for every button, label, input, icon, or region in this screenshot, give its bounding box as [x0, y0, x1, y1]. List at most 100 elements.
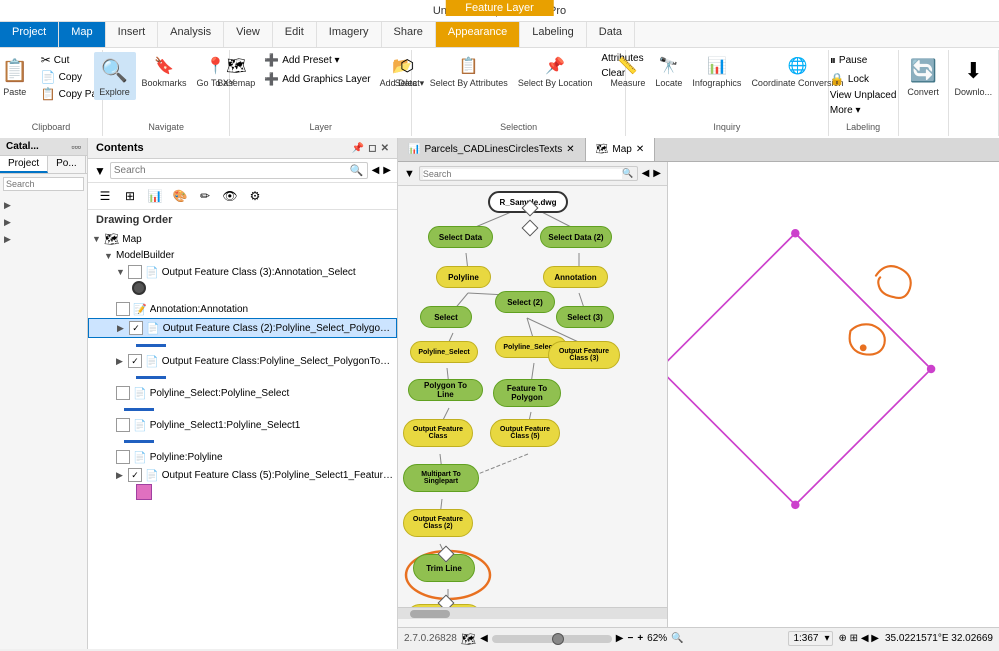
node-output-fc5[interactable]: Output Feature Class (5) [490, 419, 560, 447]
add-preset-button[interactable]: ➕ Add Preset ▾ [261, 52, 373, 68]
pencil-icon[interactable]: ✏ [194, 186, 216, 206]
map-tab-close[interactable]: ✕ [636, 144, 644, 155]
add-graphics-layer-button[interactable]: ➕ Add Graphics Layer [261, 71, 373, 87]
pause-button[interactable]: ⏸ Pause [827, 52, 900, 69]
tree-item-map[interactable]: ▼ 🗺 Map [88, 230, 397, 248]
h-scrollbar[interactable] [398, 607, 667, 619]
collapse-btn-3[interactable]: ▶ [2, 232, 85, 247]
diagram-tab-close[interactable]: ✕ [566, 144, 574, 155]
close-contents-icon[interactable]: ✕ [381, 143, 389, 154]
node-multipart[interactable]: Multipart To Singlepart [403, 464, 479, 492]
catalog-tab-portal[interactable]: Po... [48, 156, 86, 173]
filter-icon[interactable]: ▼ [94, 164, 106, 178]
bookmarks-button[interactable]: 🔖 Bookmarks [138, 52, 191, 90]
node-annotation[interactable]: Annotation [543, 266, 608, 288]
tab-data[interactable]: Data [587, 22, 635, 47]
convert-button[interactable]: 🔄 Convert [902, 52, 944, 100]
node-select2[interactable]: Select (2) [495, 291, 555, 313]
paint-icon[interactable]: 🎨 [169, 186, 191, 206]
list-item[interactable]: 📝 Annotation:Annotation [88, 300, 397, 318]
contents-search-input[interactable] [114, 165, 350, 176]
zoom-minus-btn[interactable]: − [627, 633, 633, 644]
nav-fwd-icon[interactable]: ▶ [383, 165, 391, 176]
lock-button[interactable]: 🔒 Lock [827, 71, 900, 87]
list-item[interactable]: ▶ ✓ 📄 Output Feature Class (5):Polyline_… [88, 466, 397, 484]
list-item[interactable]: 📄 Polyline:Polyline [88, 448, 397, 466]
measure-button[interactable]: 📏 Measure [606, 52, 649, 90]
checkbox-polyline-select[interactable] [116, 386, 130, 400]
tree-item-modelbuilder[interactable]: ▼ ModelBuilder [88, 248, 397, 263]
catalog-search-input[interactable] [3, 177, 84, 191]
node-polyline[interactable]: Polyline [436, 266, 491, 288]
chart-view-icon[interactable]: 📊 [144, 186, 166, 206]
list-view-icon[interactable]: ☰ [94, 186, 116, 206]
checkbox-annotation[interactable] [116, 302, 130, 316]
checkbox-polyline-lin1[interactable]: ✓ [129, 321, 143, 335]
scale-selector[interactable]: 1:367 ▾ [788, 631, 832, 646]
tab-appearance[interactable]: Appearance [436, 22, 520, 47]
list-item[interactable]: ▼ 📄 Output Feature Class (3):Annotation_… [88, 263, 397, 281]
nav-back-icon[interactable]: ◀ [372, 165, 380, 176]
node-polyline-select[interactable]: Polyline_Select [410, 341, 478, 363]
zoom-thumb[interactable] [552, 633, 564, 645]
filter-diagram-icon[interactable]: ▼ [404, 168, 415, 180]
select-by-location-button[interactable]: 📌 Select By Location [514, 52, 597, 90]
tab-share[interactable]: Share [382, 22, 436, 47]
zoom-plus-btn[interactable]: + [637, 633, 643, 644]
tab-imagery[interactable]: Imagery [317, 22, 382, 47]
node-select-data2[interactable]: Select Data (2) [540, 226, 612, 248]
nav-back-diag-icon[interactable]: ◀ [642, 168, 650, 179]
scale-dropdown-icon[interactable]: ▾ [822, 633, 831, 644]
window-icon[interactable]: ◻ [368, 143, 376, 154]
node-select3[interactable]: Select (3) [556, 306, 614, 328]
checkbox-annotation-select[interactable] [128, 265, 142, 279]
node-output-fc[interactable]: Output Feature Class [403, 419, 473, 447]
checkbox-polyline-select1[interactable] [116, 418, 130, 432]
node-select1[interactable]: Select [420, 306, 472, 328]
grid-view-icon[interactable]: ⊞ [119, 186, 141, 206]
node-output-fc2[interactable]: Output Feature Class (2) [403, 509, 473, 537]
zoom-slider[interactable] [492, 635, 612, 643]
list-item[interactable]: 📄 Polyline_Select1:Polyline_Select1 [88, 416, 397, 434]
checkbox-polyline-lin[interactable]: ✓ [128, 354, 142, 368]
select-button[interactable]: ⬡ Select [391, 52, 424, 90]
catalog-tab-project[interactable]: Project [0, 156, 48, 173]
basemap-button[interactable]: 🗺 Basemap [213, 52, 259, 90]
checkbox-polyline[interactable] [116, 450, 130, 464]
list-item-selected[interactable]: ▶ ✓ 📄 Output Feature Class (2):Polyline_… [88, 318, 397, 338]
checkbox-output-fc5[interactable]: ✓ [128, 468, 142, 482]
eye-icon[interactable]: 👁 [219, 186, 241, 206]
tab-map-active[interactable]: 🗺 Map ✕ [586, 138, 656, 161]
scroll-right-icon[interactable]: ▶ [616, 633, 624, 644]
tab-map[interactable]: Map [59, 22, 105, 47]
tab-edit[interactable]: Edit [273, 22, 317, 47]
h-scroll-thumb[interactable] [410, 610, 450, 618]
explore-button[interactable]: 🔍 Explore [94, 52, 136, 100]
diagram-search-input[interactable] [423, 169, 622, 179]
node-feature-to-polygon[interactable]: Feature To Polygon [493, 379, 561, 407]
tab-project[interactable]: Project [0, 22, 59, 47]
locate-button[interactable]: 🔭 Locate [651, 52, 686, 90]
list-item[interactable]: 📄 Polyline_Select:Polyline_Select [88, 384, 397, 402]
more-labeling-button[interactable]: More ▾ [827, 104, 900, 117]
infographics-button[interactable]: 📊 Infographics [688, 52, 745, 90]
scroll-left-icon[interactable]: ◀ [480, 633, 488, 644]
node-polygon-to-line[interactable]: Polygon To Line [408, 379, 483, 401]
view-unplaced-button[interactable]: View Unplaced [827, 89, 900, 102]
paste-button[interactable]: 📋 Paste [0, 52, 36, 100]
list-item[interactable]: ▶ ✓ 📄 Output Feature Class:Polyline_Sele… [88, 352, 397, 370]
tab-labeling[interactable]: Labeling [520, 22, 587, 47]
collapse-btn-2[interactable]: ▶ [2, 215, 85, 230]
download-button[interactable]: ⬇ Downlo... [950, 52, 998, 100]
collapse-btn-1[interactable]: ▶ [2, 198, 85, 213]
tab-analysis[interactable]: Analysis [158, 22, 224, 47]
tab-insert[interactable]: Insert [106, 22, 159, 47]
options-icon[interactable]: ⚙ [244, 186, 266, 206]
tab-parcels-diagram[interactable]: 📊 Parcels_CADLinesCirclesTexts ✕ [398, 138, 586, 161]
select-by-attributes-button[interactable]: 📋 Select By Attributes [426, 52, 512, 90]
node-output-fc3[interactable]: Output Feature Class (3) [548, 341, 620, 369]
node-select-data1[interactable]: Select Data [428, 226, 493, 248]
pin-icon[interactable]: 📌 [352, 143, 364, 154]
nav-fwd-diag-icon[interactable]: ▶ [653, 168, 661, 179]
tab-view[interactable]: View [224, 22, 273, 47]
